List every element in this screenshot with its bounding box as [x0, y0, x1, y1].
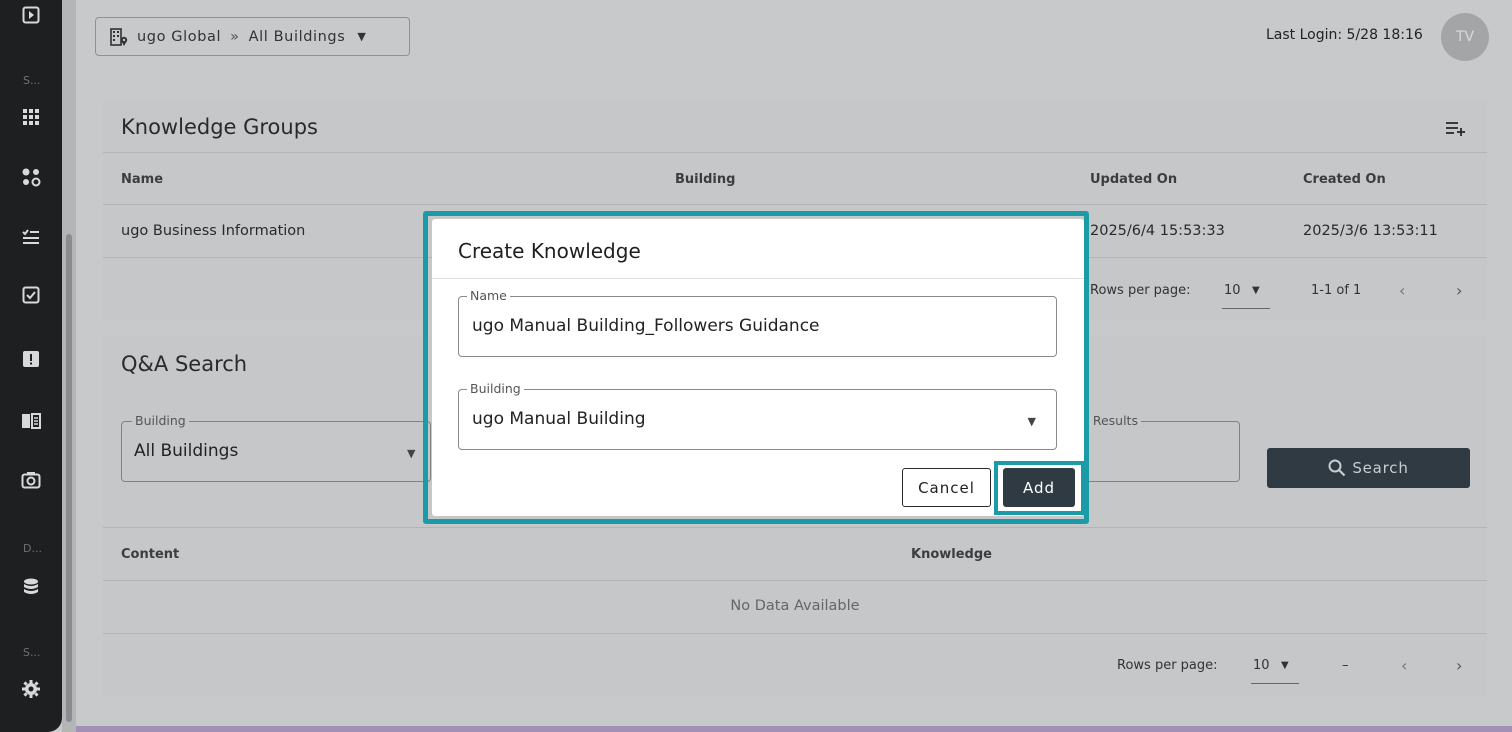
- row-name: ugo Business Information: [121, 223, 306, 239]
- qa-search-title: Q&A Search: [121, 352, 248, 376]
- chevron-down-icon: ▼: [407, 447, 416, 460]
- select-underline: [1251, 683, 1299, 684]
- column-header-content[interactable]: Content: [121, 547, 179, 562]
- add-button[interactable]: Add: [1003, 468, 1075, 507]
- pagination-range: 1-1 of 1: [1311, 283, 1362, 298]
- avatar[interactable]: TV: [1441, 13, 1489, 61]
- camera-icon[interactable]: [0, 465, 62, 495]
- next-page-icon[interactable]: ›: [1456, 656, 1462, 675]
- qa-building-value: All Buildings: [134, 441, 239, 461]
- manual-book-icon[interactable]: [0, 406, 62, 436]
- sidebar-section-label: D...: [23, 542, 42, 555]
- building-scope-selector[interactable]: ugo Global » All Buildings ▼: [95, 17, 410, 56]
- row-created-on: 2025/3/6 13:53:11: [1303, 223, 1438, 239]
- column-header-updated-on[interactable]: Updated On: [1090, 172, 1177, 187]
- chevron-down-icon: ▼: [1281, 660, 1289, 671]
- breadcrumb-org: ugo Global: [137, 28, 222, 45]
- prev-page-icon[interactable]: ‹: [1399, 281, 1405, 300]
- knowledge-groups-title: Knowledge Groups: [121, 115, 318, 139]
- chevron-down-icon: ▼: [1027, 415, 1036, 428]
- bottom-edge-strip: [76, 726, 1512, 732]
- last-login-text: Last Login: 5/28 18:16: [1266, 27, 1423, 43]
- building-select[interactable]: Building ugo Manual Building ▼: [458, 381, 1057, 450]
- play-box-icon[interactable]: [0, 0, 62, 30]
- divider: [103, 204, 1487, 205]
- task-check-icon[interactable]: [0, 280, 62, 310]
- breadcrumb-scope: All Buildings: [248, 28, 346, 45]
- column-header-building[interactable]: Building: [675, 172, 735, 187]
- apps-grid-icon[interactable]: [0, 102, 62, 132]
- select-underline: [1222, 308, 1270, 309]
- column-header-created-on[interactable]: Created On: [1303, 172, 1386, 187]
- hub-icon[interactable]: [0, 162, 62, 192]
- sidebar: S... D... S...: [0, 0, 62, 732]
- database-icon[interactable]: [0, 572, 62, 602]
- column-header-knowledge[interactable]: Knowledge: [911, 547, 992, 562]
- qa-building-select[interactable]: Building All Buildings ▼: [121, 413, 431, 482]
- chevron-down-icon: ▼: [1252, 285, 1260, 296]
- name-input[interactable]: Name ugo Manual Building_Followers Guida…: [458, 288, 1057, 357]
- sidebar-scrollbar-thumb[interactable]: [66, 234, 72, 722]
- number-of-results-field[interactable]: er of Results: [1057, 413, 1240, 482]
- column-header-name[interactable]: Name: [121, 172, 163, 187]
- cancel-button[interactable]: Cancel: [902, 468, 991, 507]
- dialog-title: Create Knowledge: [458, 239, 641, 263]
- building-label: Building: [467, 381, 524, 396]
- divider: [103, 152, 1487, 153]
- building-location-icon: [110, 27, 128, 46]
- name-label: Name: [467, 288, 510, 303]
- checklist-icon[interactable]: [0, 222, 62, 252]
- sidebar-section-label: S...: [23, 74, 41, 87]
- chevron-down-icon: ▼: [357, 30, 367, 43]
- qa-building-label: Building: [132, 413, 189, 428]
- alert-icon[interactable]: [0, 344, 62, 374]
- rows-per-page-value: 10: [1253, 658, 1270, 673]
- sidebar-section-label: S...: [23, 646, 41, 659]
- create-knowledge-dialog: Create Knowledge Name ugo Manual Buildin…: [432, 219, 1084, 516]
- pagination-range: –: [1342, 658, 1349, 673]
- divider: [103, 527, 1487, 528]
- search-icon: [1328, 459, 1346, 477]
- settings-gear-icon[interactable]: [0, 674, 62, 704]
- rows-per-page-value: 10: [1224, 283, 1241, 298]
- divider: [103, 633, 1487, 634]
- row-updated-on: 2025/6/4 15:53:33: [1090, 223, 1225, 239]
- next-page-icon[interactable]: ›: [1456, 281, 1462, 300]
- divider: [432, 278, 1084, 279]
- add-list-icon[interactable]: [1446, 120, 1466, 140]
- name-value: ugo Manual Building_Followers Guidance: [472, 316, 820, 336]
- rows-per-page-label: Rows per page:: [1117, 658, 1218, 673]
- building-value: ugo Manual Building: [472, 409, 646, 429]
- empty-state-text: No Data Available: [730, 598, 860, 614]
- divider: [103, 580, 1487, 581]
- rows-per-page-label: Rows per page:: [1090, 283, 1191, 298]
- breadcrumb-separator: »: [230, 28, 240, 45]
- search-button[interactable]: Search: [1267, 448, 1470, 488]
- prev-page-icon[interactable]: ‹: [1401, 656, 1407, 675]
- search-button-label: Search: [1352, 459, 1409, 477]
